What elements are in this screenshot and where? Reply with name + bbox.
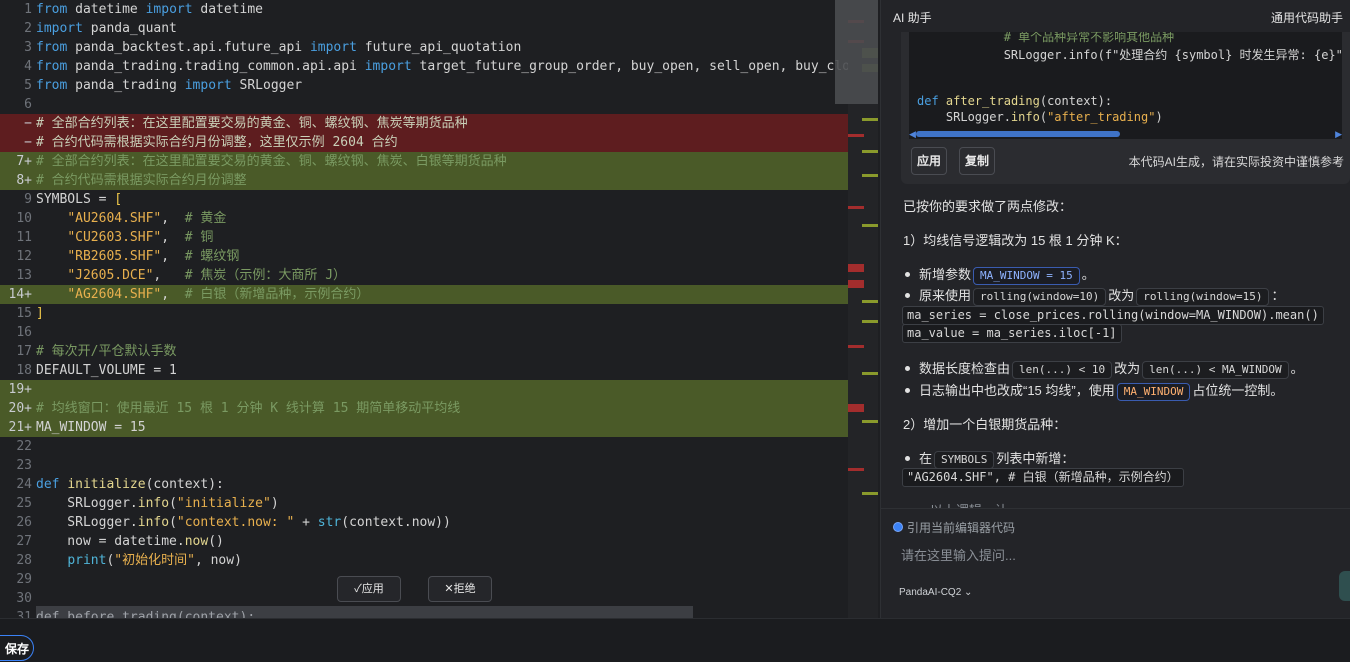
code-line: 17 # 每次开/平仓默认手数 [16,344,177,359]
code-line: 12 "RB2605.SHF", # 螺纹钢 [16,249,240,264]
chat-history[interactable]: # 单个品种异常不影响其他品种 SRLogger.info(f"处理合约 {sy… [901,32,1350,508]
code-line: 13 "J2605.DCE", # 焦炭（示例：大商所 J） [16,268,347,283]
code-line: 5 from panda_trading import SRLogger [24,78,303,93]
added-line: 7+ # 全部合约列表：在这里配置要交易的黄金、铜、螺纹钢、焦炭、白银等期货品种 [0,152,848,171]
code-editor[interactable]: 1 from datetime import datetime 2 import p… [0,0,878,618]
code-line: 4 from panda_trading.trading_common.api.a… [24,59,866,74]
apply-diff-button[interactable]: ✓应用 [337,576,401,602]
ai-disclaimer: 本代码AI生成，请在实际投资中谨慎参考 [1128,155,1344,169]
bullet [905,366,910,371]
bullet [905,272,910,277]
ai-assistant-panel: AI 助手 通用代码助手 # 单个品种异常不影响其他品种 SRLogger.in… [880,0,1350,619]
quote-editor-checkbox[interactable] [893,522,903,532]
code-line: 28 print("初始化时间", now) [16,553,242,568]
reply-intro: 已按你的要求做了两点修改： [903,199,1073,214]
copy-code-button[interactable]: 复制 [959,147,995,175]
deleted-line: − # 全部合约列表：在这里配置要交易的黄金、铜、螺纹钢、焦炭等期货品种 [0,114,848,133]
ai-panel-header: AI 助手 通用代码助手 [881,0,1350,32]
editor-scrollbar-thumb[interactable] [835,0,878,104]
code-line: 27 now = datetime.now() [16,534,224,549]
folded-code-line: def before_trading(context): [36,606,693,618]
code-line: 16 [16,325,32,340]
reply-bullet: 原来使用 rolling(window=10) 改为 rolling(window=1… [919,285,1284,306]
reject-diff-button[interactable]: ✕拒绝 [428,576,492,602]
ai-panel-title: AI 助手 [893,11,932,25]
code-block-line: SRLogger.info("after_trading") [917,110,1163,124]
code-block-line: # 单个品种异常不影响其他品种 [917,32,1175,44]
reply-bullet: 新增参数 MA_WINDOW = 15。 [919,264,1095,285]
send-button[interactable] [1339,571,1350,601]
chat-input-area: 引用当前编辑器代码 PandaAI-CQ2 ⌄ [881,508,1350,619]
assistant-mode-tab[interactable]: 通用代码助手 [1271,9,1343,26]
code-block-scrollbar[interactable]: ◀ ▶ [909,129,1342,139]
deleted-line: − # 合约代码需根据实际合约月份调整，这里仅示例 2604 合约 [0,133,848,152]
save-button[interactable]: 保存 [0,635,34,661]
added-line: 21+ MA_WINDOW = 15 [0,418,848,437]
code-block-line: SRLogger.info(f"处理合约 {symbol} 时发生异常: {e}… [917,48,1342,62]
code-line: 1 from datetime import datetime [24,2,264,17]
bottom-toolbar: 保存 [0,618,1350,662]
inline-code-line: "AG2604.SHF", # 白银（新增品种，示例合约） [902,468,1184,487]
code-line: 6 [24,97,32,112]
added-line: 14+ "AG2604.SHF", # 白银（新增品种，示例合约） [0,285,848,304]
code-line: 3 from panda_backtest.api.future_api impo… [24,40,522,55]
code-line: 26 SRLogger.info("context.now: " + str(c… [16,515,451,530]
inline-code-line: ma_series = close_prices.rolling(window=… [902,306,1324,325]
bullet [905,293,910,298]
bullet [905,388,910,393]
inline-code-line: ma_value = ma_series.iloc[-1] [902,324,1122,343]
code-line: 9 SYMBOLS = [ [24,192,123,207]
code-block-line: def after_trading(context): [917,94,1113,108]
ai-code-card: # 单个品种异常不影响其他品种 SRLogger.info(f"处理合约 {sy… [901,32,1350,184]
added-line: 20+ # 均线窗口：使用最近 15 根 1 分钟 K 线计算 15 期简单移动平… [0,399,848,418]
reply-bullet: 日志输出中也改成“15 均线”，使用 MA_WINDOW 占位统一控制。 [919,380,1283,401]
code-line: 23 [16,458,32,473]
code-line: 25 SRLogger.info("initialize") [16,496,279,511]
added-line: 19+ [0,380,848,399]
code-line: 18 DEFAULT_VOLUME = 1 [16,363,177,378]
code-line: 2 import panda_quant [24,21,177,36]
reply-bullet: 在 SYMBOLS 列表中新增： [919,448,1074,469]
prompt-input[interactable] [899,543,1333,567]
model-select[interactable]: PandaAI-CQ2 ⌄ [899,587,972,598]
added-line: 8+ # 合约代码需根据实际合约月份调整 [0,171,848,190]
code-line: 24 def initialize(context): [16,477,224,492]
code-line: 15] [16,306,44,321]
reply-truncated-line: ...以上逻辑，让... [919,500,1019,508]
ai-code-block[interactable]: # 单个品种异常不影响其他品种 SRLogger.info(f"处理合约 {sy… [909,32,1342,139]
reply-section-2: 2）增加一个白银期货品种： [903,417,1067,432]
apply-code-button[interactable]: 应用 [911,147,947,175]
quote-editor-label[interactable]: 引用当前编辑器代码 [907,519,1015,536]
code-line: 10 "AU2604.SHF", # 黄金 [16,211,227,226]
reply-section-1: 1）均线信号逻辑改为 15 根 1 分钟 K： [903,233,1128,248]
code-line: 22 [16,439,32,454]
code-line: 11 "CU2603.SHF", # 铜 [16,230,214,245]
reply-bullet: 数据长度检查由 len(...) < 10 改为 len(...) < MA_WIND… [919,358,1304,379]
bullet [905,456,910,461]
code-line: 29 [16,572,32,587]
